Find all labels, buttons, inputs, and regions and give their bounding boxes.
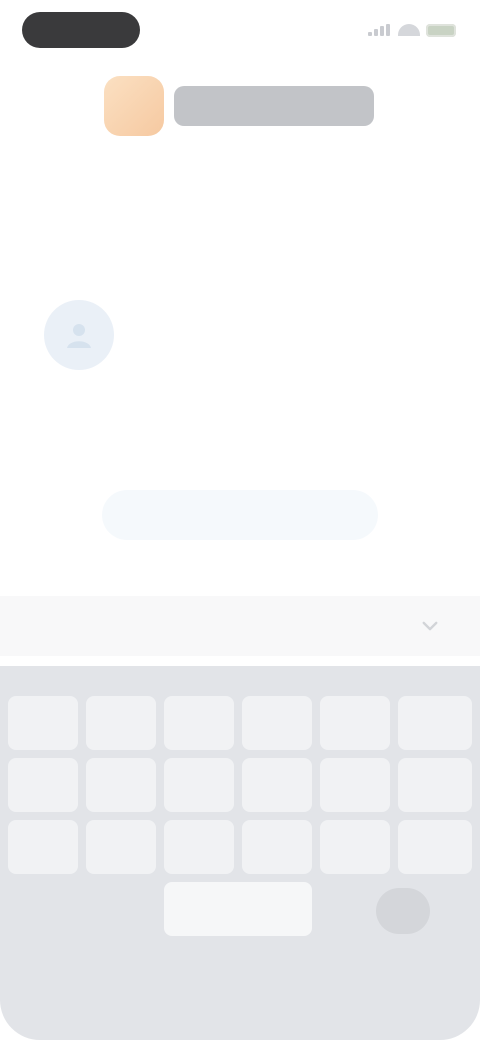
keyboard-key[interactable]: [8, 696, 78, 750]
keyboard-accessory-bar: [0, 596, 480, 656]
avatar: [44, 300, 114, 370]
space-key[interactable]: [164, 882, 312, 936]
keyboard-key[interactable]: [8, 758, 78, 812]
keyboard-key[interactable]: [320, 696, 390, 750]
keyboard-key[interactable]: [86, 820, 156, 874]
return-key[interactable]: [376, 888, 430, 934]
dynamic-island: [22, 12, 140, 48]
page-subtitle: [140, 212, 340, 262]
keyboard-key[interactable]: [164, 820, 234, 874]
keyboard-key[interactable]: [8, 820, 78, 874]
wifi-icon: [398, 24, 420, 36]
brand-mark-icon: [104, 76, 164, 136]
keyboard-key[interactable]: [398, 696, 472, 750]
keyboard: [0, 666, 480, 1040]
keyboard-key[interactable]: [320, 758, 390, 812]
keyboard-key[interactable]: [242, 696, 312, 750]
status-icons: [356, 20, 456, 40]
page-title: [118, 168, 362, 200]
brand-logo: [104, 74, 376, 138]
keyboard-key[interactable]: [242, 820, 312, 874]
brand-wordmark: [174, 86, 374, 126]
keyboard-key[interactable]: [320, 820, 390, 874]
battery-icon: [426, 23, 456, 37]
keyboard-key[interactable]: [164, 758, 234, 812]
chevron-down-icon[interactable]: [416, 612, 444, 640]
status-bar: [0, 0, 480, 60]
account-row[interactable]: [44, 298, 436, 372]
secondary-link[interactable]: [172, 404, 308, 438]
keyboard-key[interactable]: [398, 820, 472, 874]
phone-screen: [0, 0, 480, 1040]
user-icon: [67, 324, 91, 348]
signal-icon: [368, 24, 392, 36]
keyboard-key[interactable]: [398, 758, 472, 812]
keyboard-key[interactable]: [164, 696, 234, 750]
keyboard-key[interactable]: [242, 758, 312, 812]
keyboard-key[interactable]: [86, 758, 156, 812]
keyboard-key[interactable]: [86, 696, 156, 750]
continue-button[interactable]: [102, 490, 378, 540]
